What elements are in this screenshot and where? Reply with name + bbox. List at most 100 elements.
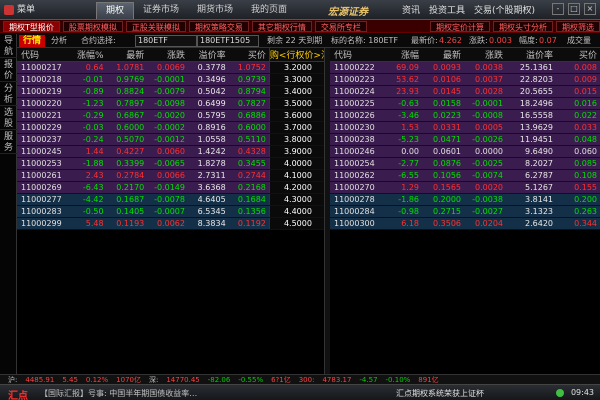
underlying-name: 标的名称: 180ETF (331, 36, 399, 45)
header-put-last[interactable]: 最新 (422, 48, 464, 62)
put-last-cell: 0.0331 (422, 121, 464, 134)
header-strike[interactable]: 购<行权价>沽 (268, 48, 331, 62)
header-put-change-pct[interactable]: 涨幅 (382, 48, 422, 62)
call-table-row[interactable]: 11000220 -1.23 0.7897 -0.0098 0.6499 0.7827 3.… (17, 97, 331, 110)
call-change-pct-cell: -1.88 (67, 157, 107, 170)
call-table-row[interactable]: 11000219 -0.89 0.8824 -0.0079 0.5042 0.8794 3.… (17, 85, 331, 98)
put-table-row[interactable]: 11000278 -1.86 0.2000 -0.0038 3.8141 0.200 (330, 193, 600, 206)
strike-price-cell: 3.9000 (268, 145, 331, 158)
call-table-row[interactable]: 11000299 5.48 0.1193 0.0062 8.3834 0.1192 4.50… (17, 217, 331, 230)
put-table-row[interactable]: 11000226 -3.46 0.0223 -0.0008 16.5558 0.022 (330, 109, 600, 122)
put-change-pct-cell: -6.55 (382, 169, 422, 182)
toolbar-exchange-column[interactable]: 交易所专栏 (314, 20, 367, 32)
minimize-icon[interactable]: - (552, 3, 564, 15)
put-code-cell: 11000223 (330, 73, 382, 86)
tab-futures[interactable]: 期货市场 (188, 2, 242, 19)
call-bid-cell: 0.1356 (228, 205, 270, 218)
header-code[interactable]: 代码 (17, 48, 68, 62)
put-table-row[interactable]: 11000284 -0.98 0.2715 -0.0027 3.1323 0.263 (330, 205, 600, 218)
call-change-cell: -0.0020 (147, 109, 188, 122)
menu-tools[interactable]: 投资工具 (429, 3, 465, 16)
call-table-row[interactable]: 11000269 -6.43 0.2170 -0.0149 3.6368 0.2168 4.… (17, 181, 331, 194)
put-table-row[interactable]: 11000222 69.09 0.0093 0.0038 25.1361 0.008 (330, 61, 600, 74)
call-last-cell: 0.1193 (106, 217, 148, 230)
toolbar-other-quotes[interactable]: 其它期权行情 (251, 20, 312, 32)
put-table-row[interactable]: 11000224 23.93 0.0145 0.0028 20.5655 0.015 (330, 85, 600, 98)
put-table-row[interactable]: 11000223 53.62 0.0106 0.0037 22.8203 0.009 (330, 73, 600, 86)
put-table-row[interactable]: 11000225 -0.63 0.0158 -0.0001 18.2496 0.016 (330, 97, 600, 110)
sidebar-item-nav[interactable]: 导航 (0, 34, 17, 58)
put-table-row[interactable]: 11000238 -5.23 0.0471 -0.0026 11.9451 0.048 (330, 133, 600, 146)
call-code-cell: 11000221 (17, 109, 68, 122)
call-table-row[interactable]: 11000253 -1.88 0.3399 -0.0065 1.8278 0.3455 4.… (17, 157, 331, 170)
call-table-row[interactable]: 11000283 -0.50 0.1405 -0.0007 6.5345 0.1356 4.… (17, 205, 331, 218)
sidebar-item-stock-pick[interactable]: 选股 (0, 106, 17, 130)
put-last-cell: 0.1565 (422, 181, 464, 194)
news-ticker[interactable]: 【国际汇报】号事: 中国半年期国债收益率… (40, 388, 197, 399)
tab-my-page[interactable]: 我的页面 (242, 2, 296, 19)
call-table-row[interactable]: 11000237 -0.24 0.5070 -0.0012 1.0558 0.5110 3.… (17, 133, 331, 146)
put-last-cell: 0.1056 (422, 169, 464, 182)
sidebar-item-service[interactable]: 服务 (0, 130, 17, 154)
put-change-cell: -0.0001 (464, 97, 506, 110)
put-code-cell: 11000254 (330, 157, 382, 170)
put-bid-cell: 0.015 (556, 85, 600, 98)
toolbar-option-filter[interactable]: 期权筛选 (556, 20, 600, 32)
contract-month-select[interactable]: 180ETF1505 (197, 35, 259, 47)
hui-dian-logo[interactable]: 汇点 (8, 387, 28, 400)
call-bid-cell: 0.2744 (228, 169, 270, 182)
quote-tag[interactable]: 行情 (19, 35, 45, 47)
call-table-row[interactable]: 11000221 -0.29 0.6867 -0.0020 0.5795 0.6886 3.… (17, 109, 331, 122)
put-table-row[interactable]: 11000300 6.18 0.3506 0.0204 2.6420 0.344 (330, 217, 600, 230)
tab-options[interactable]: 期权 (96, 2, 135, 19)
put-table-row[interactable]: 11000270 1.29 0.1565 0.0020 5.1267 0.155 (330, 181, 600, 194)
call-table-row[interactable]: 11000229 -0.03 0.6000 -0.0002 0.8916 0.6000 3.… (17, 121, 331, 134)
header-put-change[interactable]: 涨跌 (464, 48, 506, 62)
close-icon[interactable]: × (584, 3, 596, 15)
contract-select[interactable]: 180ETF (135, 35, 197, 47)
header-premium[interactable]: 溢价率 (187, 48, 229, 62)
maximize-icon[interactable]: □ (568, 3, 580, 15)
strike-price-cell: 4.0000 (268, 157, 331, 170)
analysis-link[interactable]: 分析 (51, 35, 67, 47)
toolbar-t-quote[interactable]: 期权T型报价 (3, 20, 60, 32)
put-bid-cell: 0.033 (556, 121, 600, 134)
toolbar-underlying-sim[interactable]: 正股关联模拟 (125, 20, 186, 32)
put-table-row[interactable]: 11000254 -2.77 0.0876 -0.0025 8.2027 0.085 (330, 157, 600, 170)
status-item: 891亿 (418, 375, 439, 384)
sidebar-item-analysis[interactable]: 分析 (0, 82, 17, 106)
tab-securities[interactable]: 证券市场 (134, 2, 188, 19)
call-premium-cell: 0.3496 (187, 73, 229, 86)
toolbar-option-sim[interactable]: 股票期权模拟 (62, 20, 123, 32)
put-table-row[interactable]: 11000246 0.00 0.0601 0.0000 9.6490 0.060 (330, 145, 600, 158)
system-notice[interactable]: 汇点期权系统荣获上证杯 (396, 388, 484, 399)
call-table-row[interactable]: 11000277 -4.42 0.1687 -0.0078 4.6405 0.1684 4.… (17, 193, 331, 206)
toolbar-pricing-calc[interactable]: 期权定价计算 (430, 20, 490, 32)
call-table-row[interactable]: 11000245 1.44 0.4227 0.0060 1.4242 0.4328 3.90… (17, 145, 331, 158)
toolbar-position-analysis[interactable]: 期权头寸分析 (493, 20, 553, 32)
put-change-cell: -0.0008 (464, 109, 506, 122)
header-last[interactable]: 最新 (106, 48, 148, 62)
header-put-bid[interactable]: 买价 (556, 48, 600, 62)
call-table-row[interactable]: 11000261 2.43 0.2784 0.0066 2.7311 0.2744 4.10… (17, 169, 331, 182)
call-table-row[interactable]: 11000218 -0.01 0.9769 -0.0001 0.3496 0.9739 3.… (17, 73, 331, 86)
put-last-cell: 0.0471 (422, 133, 464, 146)
title-bar: 菜单 期权 证券市场 期货市场 我的页面 宏源证券 资讯 投资工具 交易(个股期… (0, 0, 600, 20)
status-item: 4485.91 (25, 375, 55, 384)
call-table-row[interactable]: 11000217 0.64 1.0781 0.0069 0.3778 1.0752 3.20… (17, 61, 331, 74)
main-menu-button[interactable]: 菜单 (4, 3, 44, 17)
status-item: 5.45 (62, 375, 78, 384)
call-premium-cell: 8.3834 (187, 217, 229, 230)
put-table-row[interactable]: 11000230 1.53 0.0331 0.0005 13.9629 0.033 (330, 121, 600, 134)
put-table-row[interactable]: 11000262 -6.55 0.1056 -0.0074 6.2787 0.108 (330, 169, 600, 182)
menu-trade[interactable]: 交易(个股期权) (474, 3, 535, 16)
menu-news[interactable]: 资讯 (402, 3, 420, 16)
header-put-premium[interactable]: 溢价率 (506, 48, 556, 62)
header-put-code[interactable]: 代码 (330, 48, 382, 62)
toolbar-strategy-trade[interactable]: 期权策略交易 (188, 20, 249, 32)
put-change-cell: 0.0204 (464, 217, 506, 230)
header-change-pct[interactable]: 涨幅% (67, 48, 107, 62)
header-bid[interactable]: 买价 (228, 48, 270, 62)
sidebar-item-quote[interactable]: 报价 (0, 58, 17, 82)
header-change[interactable]: 涨跌 (147, 48, 188, 62)
